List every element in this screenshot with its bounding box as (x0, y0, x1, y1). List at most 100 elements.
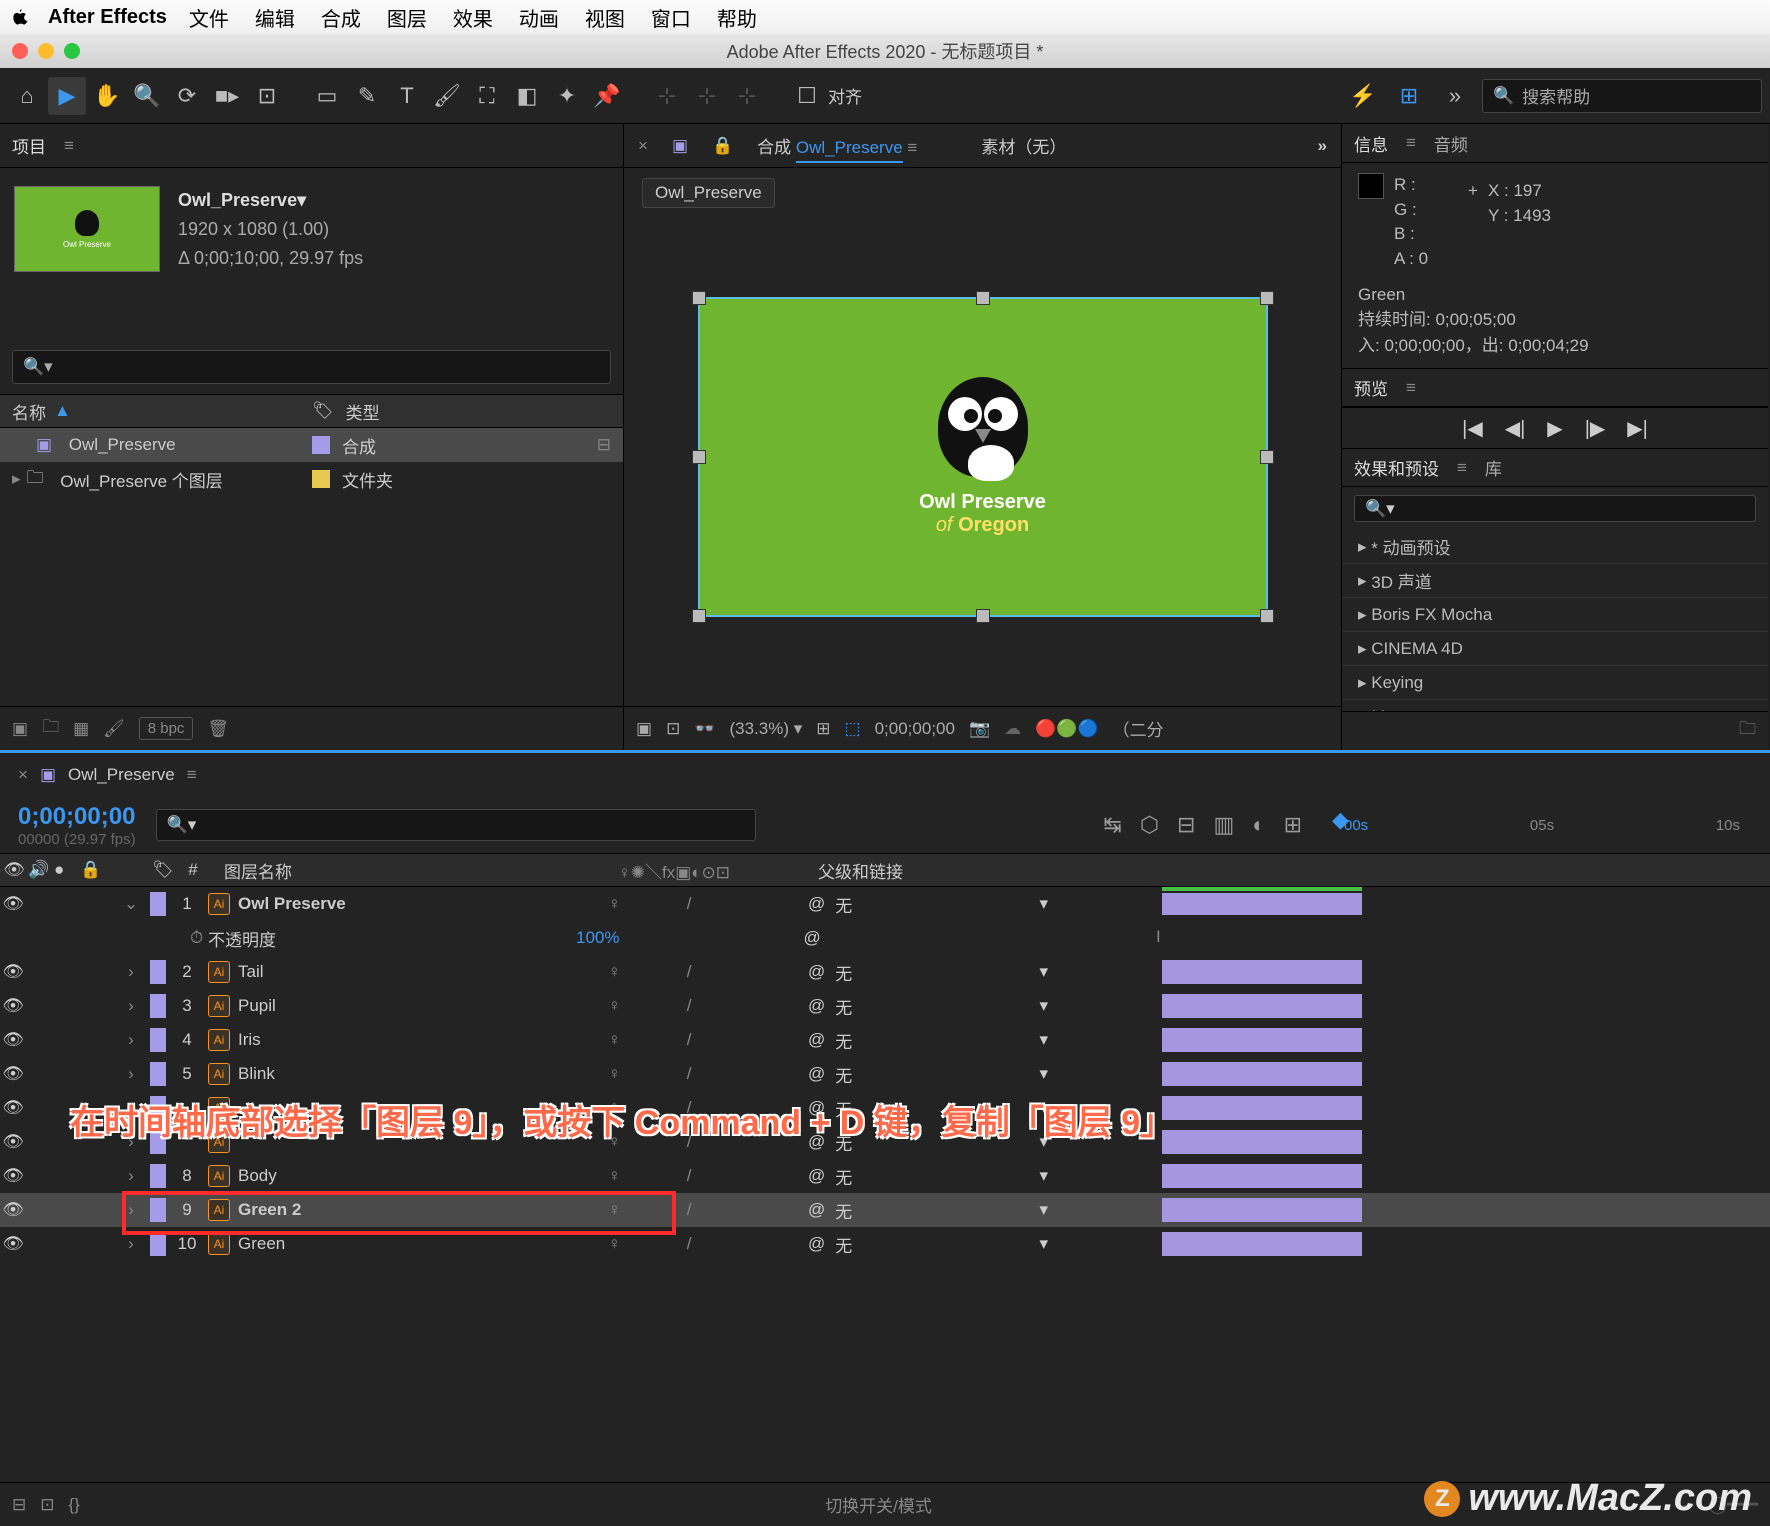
num-col[interactable]: # (178, 860, 208, 880)
panel-menu-icon[interactable]: ≡ (64, 136, 74, 156)
menu-file[interactable]: 文件 (189, 3, 229, 32)
expand-icon[interactable]: ▸ (12, 469, 21, 489)
resolution-dropdown[interactable]: （二分 (1113, 716, 1164, 741)
zoom-dropdown[interactable]: (33.3%) ▾ (729, 719, 802, 739)
layer-row[interactable]: 👁›2AiTail♀/@无▾ (0, 955, 1770, 989)
layer-row[interactable]: 👁 ⌄ 1 Ai Owl Preserve ♀/ @无▾ (0, 887, 1770, 921)
hand-tool-icon[interactable]: ✋ (88, 77, 126, 115)
tab-comp-name[interactable]: Owl_Preserve (796, 138, 903, 163)
rect-tool-icon[interactable]: ▭ (308, 77, 346, 115)
zoom-tool-icon[interactable]: 🔍 (128, 77, 166, 115)
expand-icon[interactable]: ⌄ (118, 894, 144, 914)
expand-panel-icon[interactable]: » (1318, 136, 1327, 156)
effect-category[interactable]: ▸ Matte (1342, 700, 1768, 711)
interpret-icon[interactable]: ▣ (12, 719, 28, 739)
lock-icon[interactable]: 🔒 (712, 136, 733, 156)
layer-row[interactable]: 👁›10AiGreen♀/@无▾ (0, 1227, 1770, 1261)
eraser-tool-icon[interactable]: ◧ (508, 77, 546, 115)
zoom-button[interactable] (64, 43, 80, 59)
menu-composition[interactable]: 合成 (321, 3, 361, 32)
tag-icon[interactable]: 🏷 (312, 401, 334, 421)
region-icon[interactable]: ⬚ (845, 719, 861, 739)
layer-row[interactable]: 👁›5AiBlink♀/@无▾ (0, 1057, 1770, 1091)
menu-effect[interactable]: 效果 (453, 3, 493, 32)
selection-tool-icon[interactable]: ▶ (48, 77, 86, 115)
layer-name[interactable]: Owl Preserve (238, 894, 608, 914)
workspace-icon[interactable]: ⊞ (1390, 77, 1428, 115)
video-col-icon[interactable]: 👁 (0, 860, 28, 880)
effect-category[interactable]: ▸ Boris FX Mocha (1342, 598, 1768, 632)
orbit-tool-icon[interactable]: ⟳ (168, 77, 206, 115)
layername-col[interactable]: 图层名称 (208, 858, 618, 883)
opacity-value[interactable]: 100% (576, 928, 619, 948)
preview-tab[interactable]: 预览 (1354, 375, 1388, 400)
type-col[interactable]: 类型 (346, 399, 506, 424)
effects-search-input[interactable]: 🔍▾ (1354, 495, 1756, 522)
menu-window[interactable]: 窗口 (651, 3, 691, 32)
comp-viewer[interactable]: Owl Preserveof Oregon (624, 208, 1341, 706)
audio-tab[interactable]: 音频 (1434, 131, 1468, 156)
parent-col[interactable]: 父级和链接 (818, 858, 1058, 883)
color-tag[interactable] (312, 436, 330, 454)
parent-dropdown[interactable]: 无 (835, 892, 852, 917)
stopwatch-icon[interactable]: ⏱ (190, 928, 203, 948)
display-icon[interactable]: ▣ (636, 719, 652, 739)
close-button[interactable] (12, 43, 28, 59)
motionblur-icon[interactable]: ◐ (1252, 812, 1265, 838)
color-tag[interactable] (312, 470, 330, 488)
panbehind-tool-icon[interactable]: ⊡ (248, 77, 286, 115)
switch-mode-label[interactable]: 切换开关/模式 (825, 1492, 932, 1517)
effect-category[interactable]: ▸ Keying (1342, 666, 1768, 700)
project-row-folder[interactable]: ▸🗀 Owl_Preserve 个图层 文件夹 (0, 462, 623, 496)
play-icon[interactable]: ▶ (1547, 416, 1562, 441)
label-col-icon[interactable]: 🏷 (152, 860, 178, 880)
chevron-icon[interactable]: » (1436, 77, 1474, 115)
panel-menu-icon[interactable]: ≡ (1406, 133, 1416, 153)
3d-axis3-icon[interactable]: ⊹ (728, 77, 766, 115)
name-col[interactable]: 名称 (12, 399, 46, 424)
effect-category[interactable]: ▸ 3D 声道 (1342, 564, 1768, 598)
current-time[interactable]: 0;00;00;00 (18, 803, 136, 831)
breadcrumb[interactable]: Owl_Preserve (642, 178, 775, 208)
project-tab[interactable]: 项目 (12, 133, 46, 158)
info-tab[interactable]: 信息 (1354, 131, 1388, 156)
project-row-comp[interactable]: ▣ Owl_Preserve 合成 ⊟ (0, 428, 623, 462)
new-bin-icon[interactable]: 🗀 (1739, 716, 1756, 745)
minimize-button[interactable] (38, 43, 54, 59)
expand-icon[interactable]: ▸ (1358, 537, 1371, 557)
project-search-input[interactable]: 🔍▾ (12, 350, 611, 384)
toggle-switches-icon[interactable]: ⊟ (12, 1495, 26, 1515)
comp-thumbnail[interactable]: Owl Preserve (14, 186, 160, 272)
property-row[interactable]: ⏱ 不透明度 100% @ I (0, 921, 1770, 955)
search-help-input[interactable]: 🔍 搜索帮助 (1482, 79, 1762, 113)
pen-tool-icon[interactable]: ✎ (348, 77, 386, 115)
solo-col-icon[interactable]: ● (54, 860, 80, 880)
panel-menu-icon[interactable]: ≡ (1406, 378, 1416, 398)
apple-icon[interactable] (10, 7, 30, 27)
bpc-toggle[interactable]: 8 bpc (139, 717, 194, 740)
shy-icon[interactable]: ⊟ (1177, 812, 1195, 838)
stamp-tool-icon[interactable]: ⛶ (468, 77, 506, 115)
pickwhip-icon[interactable]: @ (803, 928, 820, 948)
visibility-toggle[interactable]: 👁 (0, 894, 26, 914)
brush-tool-icon[interactable]: 🖌 (428, 77, 466, 115)
mask-icon[interactable]: 👓 (694, 719, 715, 739)
audio-col-icon[interactable]: 🔊 (28, 860, 54, 880)
next-frame-icon[interactable]: |▶ (1585, 416, 1606, 441)
timeline-search-input[interactable]: 🔍▾ (156, 809, 756, 841)
toggle-alpha-icon[interactable]: ⊡ (666, 719, 680, 739)
tab-footage[interactable]: 素材（无） (981, 133, 1066, 158)
close-tab-icon[interactable]: × (18, 765, 28, 785)
timeline-comp-name[interactable]: Owl_Preserve (68, 765, 175, 785)
layer-row[interactable]: 👁›3AiPupil♀/@无▾ (0, 989, 1770, 1023)
color-mgmt-icon[interactable]: 🔴🟢🔵 (1035, 719, 1099, 739)
library-tab[interactable]: 库 (1485, 455, 1502, 480)
menu-view[interactable]: 视图 (585, 3, 625, 32)
effect-category[interactable]: ▸ CINEMA 4D (1342, 632, 1768, 666)
close-tab-icon[interactable]: × (638, 136, 648, 156)
puppet-tool-icon[interactable]: 📌 (588, 77, 626, 115)
panel-menu-icon[interactable]: ≡ (907, 138, 917, 157)
toggle-modes-icon[interactable]: ⊡ (40, 1495, 54, 1515)
flow-icon[interactable]: ⊟ (597, 435, 611, 455)
draft3d-icon[interactable]: ⬡ (1140, 812, 1159, 838)
